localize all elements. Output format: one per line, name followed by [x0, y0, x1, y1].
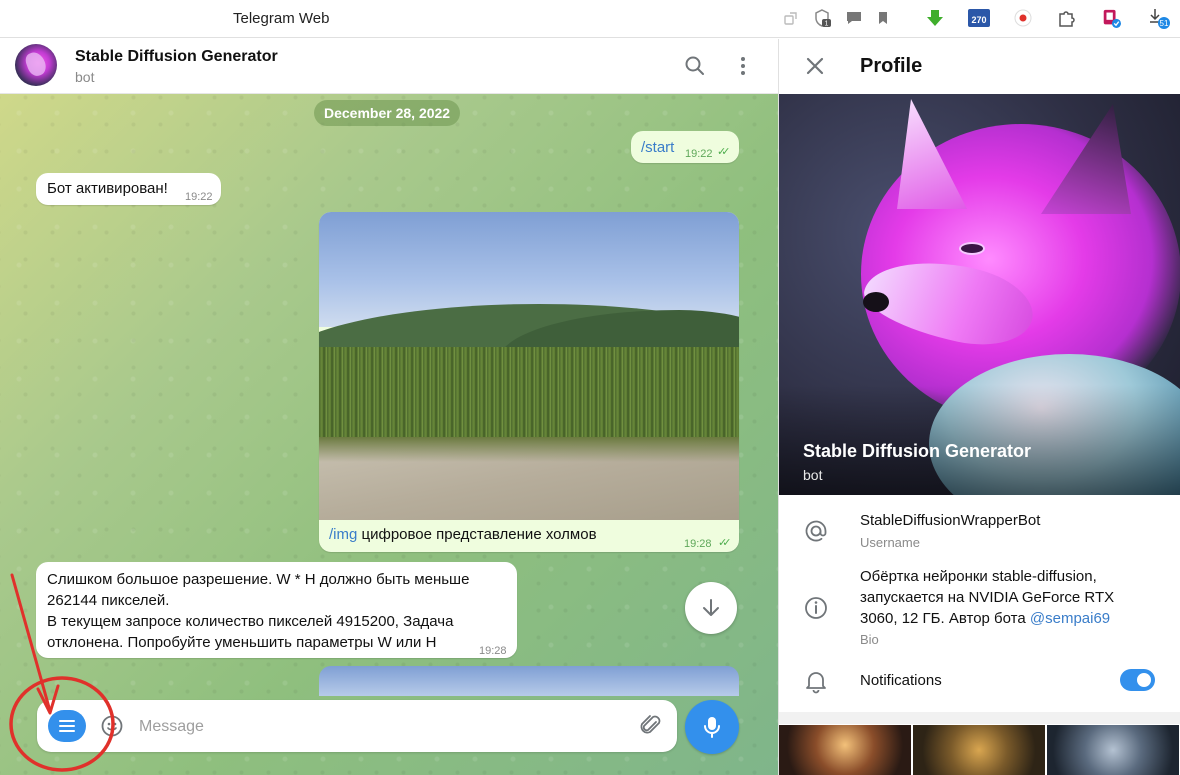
message-time: 19:28	[684, 538, 712, 550]
photo-caption: /img цифровое представление холмов	[329, 526, 597, 543]
extension-shield-icon[interactable]: 1	[812, 8, 832, 28]
message-input[interactable]	[139, 716, 619, 738]
arrow-down-icon	[703, 599, 719, 616]
chat-panel: Stable Diffusion Generator bot December …	[0, 39, 778, 775]
bio-label: Bio	[860, 632, 879, 647]
counter-badge: 270	[971, 15, 986, 25]
username-row[interactable]: StableDiffusionWrapperBot Username	[779, 505, 1180, 559]
message-composer	[37, 700, 677, 752]
read-checkmarks-icon: ✓✓	[718, 537, 732, 549]
chat-extension-icon[interactable]	[844, 8, 864, 28]
date-separator: December 28, 2022	[314, 100, 461, 126]
mic-icon	[704, 717, 720, 738]
downloads-icon[interactable]: 51	[1147, 8, 1173, 29]
message-outgoing-photo-partial[interactable]	[319, 666, 739, 696]
downloads-badge: 51	[1160, 19, 1169, 28]
media-thumbnail[interactable]	[779, 725, 911, 775]
bio-row[interactable]: Обёртка нейронки stable-diffusion, запус…	[779, 563, 1180, 653]
message-time: 19:22	[685, 148, 713, 160]
download-manager-icon[interactable]	[925, 8, 945, 28]
profile-panel: Profile Stable Diffusion Generator bot S…	[778, 39, 1180, 775]
chat-header[interactable]: Stable Diffusion Generator bot	[0, 39, 778, 94]
profile-name: Stable Diffusion Generator	[803, 441, 1032, 461]
browser-tab-title: Telegram Web	[233, 10, 330, 27]
search-icon[interactable]	[683, 54, 707, 78]
info-icon	[805, 597, 827, 619]
attach-icon[interactable]	[638, 713, 664, 739]
more-vertical-icon[interactable]	[731, 54, 755, 78]
bot-avatar[interactable]	[15, 44, 57, 86]
message-incoming-activated[interactable]: Бот активирован! 19:22	[36, 173, 221, 205]
profile-title: Profile	[860, 55, 923, 77]
scroll-to-bottom-button[interactable]	[685, 582, 737, 634]
message-text: Бот активирован!	[47, 180, 168, 197]
read-checkmarks-icon: ✓✓	[717, 146, 731, 158]
profile-subtitle: bot	[803, 467, 823, 483]
share-icon[interactable]	[781, 8, 801, 28]
notifications-toggle[interactable]	[1120, 669, 1155, 691]
menu-icon	[59, 720, 75, 732]
section-separator	[779, 712, 1180, 724]
record-icon[interactable]	[1013, 8, 1033, 28]
extension-badge: 1	[825, 21, 829, 28]
username-label: Username	[860, 535, 920, 550]
media-thumbnail[interactable]	[1047, 725, 1179, 775]
bot-menu-button[interactable]	[48, 710, 86, 742]
bell-icon	[806, 672, 826, 694]
message-outgoing-start[interactable]: /start 19:22 ✓✓	[631, 131, 739, 163]
command-link[interactable]: /img	[329, 526, 357, 543]
media-thumbnail[interactable]	[913, 725, 1045, 775]
browser-toolbar: Telegram Web 1 270 51	[0, 0, 1180, 38]
profile-extension-icon[interactable]	[1101, 8, 1121, 28]
at-icon	[805, 520, 827, 542]
close-icon[interactable]	[803, 54, 827, 78]
message-incoming-error[interactable]: Слишком большое разрешение. W * H должно…	[36, 562, 517, 658]
hills-photo[interactable]	[319, 212, 739, 520]
counter-extension-icon[interactable]: 270	[967, 8, 991, 28]
chat-title[interactable]: Stable Diffusion Generator	[75, 48, 278, 66]
chat-background: December 28, 2022 /start 19:22 ✓✓ Бот ак…	[0, 94, 778, 775]
notifications-label: Notifications	[860, 672, 942, 689]
message-text: Слишком большое разрешение. W * H должно…	[47, 571, 470, 651]
bio-text: Обёртка нейронки stable-diffusion, запус…	[860, 568, 1115, 627]
username-value: StableDiffusionWrapperBot	[860, 512, 1041, 529]
profile-header: Profile	[779, 39, 1180, 94]
voice-record-button[interactable]	[685, 700, 739, 754]
emoji-icon[interactable]	[100, 714, 124, 738]
chat-subtitle: bot	[75, 69, 95, 85]
author-link[interactable]: @sempai69	[1030, 610, 1110, 627]
message-time: 19:22	[185, 191, 213, 203]
message-outgoing-photo[interactable]: /img цифровое представление холмов 19:28…	[319, 212, 739, 552]
profile-photo[interactable]: Stable Diffusion Generator bot	[779, 94, 1180, 495]
message-time: 19:28	[479, 645, 507, 657]
bookmark-icon[interactable]	[873, 8, 893, 28]
puzzle-extensions-icon[interactable]	[1057, 8, 1077, 28]
command-link[interactable]: /start	[641, 137, 674, 158]
